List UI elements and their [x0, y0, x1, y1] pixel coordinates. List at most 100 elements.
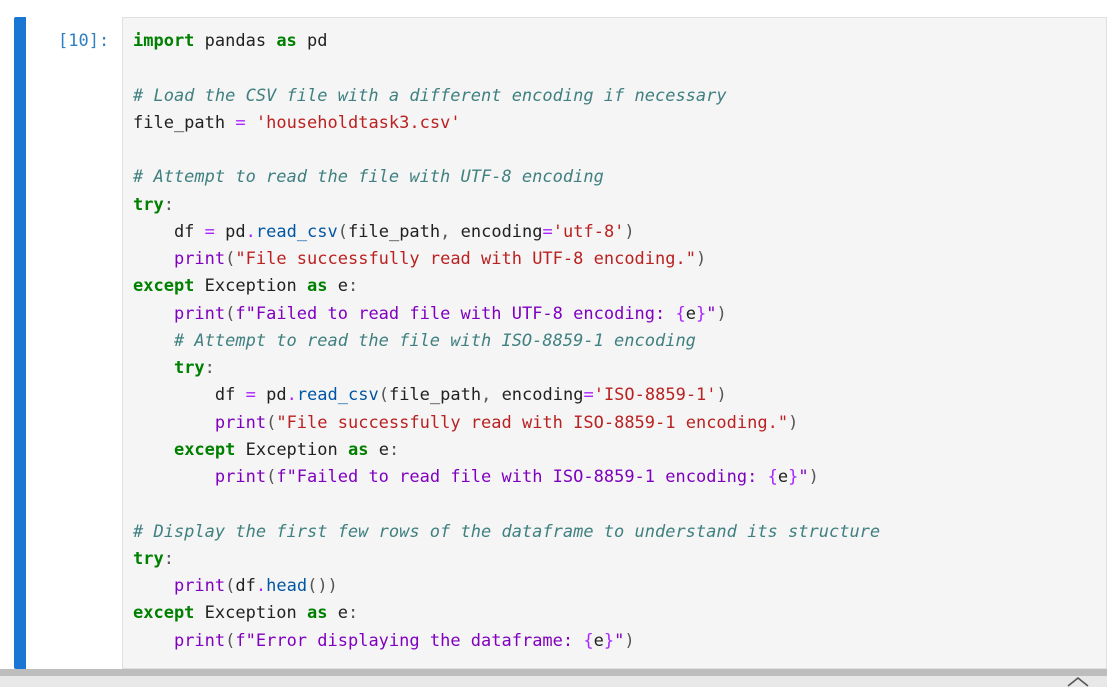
code-token: try — [173, 358, 205, 378]
active-cell-indicator[interactable] — [14, 17, 26, 669]
code-token: . — [245, 221, 256, 242]
code-token: file_path — [348, 221, 441, 242]
code-line: try: — [133, 192, 880, 219]
code-line: except Exception as e: — [133, 273, 880, 300]
code-token: : — [163, 194, 174, 215]
code-token: head — [266, 576, 308, 596]
code-token: " — [798, 467, 809, 487]
code-token: file_path — [388, 385, 482, 406]
code-token: ( — [225, 249, 236, 269]
code-token: encoding — [491, 385, 584, 406]
code-token: f"Failed to read file with ISO-8859-1 en… — [276, 467, 768, 487]
code-token: print — [173, 249, 226, 269]
code-token: ) — [624, 221, 635, 242]
code-token: : — [163, 548, 174, 569]
code-token: ( — [225, 576, 236, 596]
code-token: except — [173, 439, 236, 460]
code-token: : — [347, 603, 359, 624]
code-token: encoding — [450, 221, 543, 242]
code-token: df — [133, 221, 205, 242]
code-token: print — [173, 303, 226, 324]
code-line: except Exception as e: — [133, 600, 880, 627]
code-token: " — [614, 630, 625, 651]
code-token: print — [173, 630, 226, 651]
code-token: } — [696, 303, 707, 324]
code-token: ( — [266, 467, 277, 487]
code-token: # Attempt to read the file with UTF-8 en… — [133, 167, 604, 188]
code-token: f"Error displaying the dataframe: — [235, 630, 584, 651]
code-token: ()) — [307, 576, 338, 596]
code-token: df — [133, 385, 246, 406]
code-token: = — [245, 385, 256, 406]
code-line: try: — [133, 355, 880, 382]
code-token: : — [388, 439, 400, 460]
code-token: print — [214, 467, 267, 487]
code-content[interactable]: import pandas as pd # Load the CSV file … — [133, 28, 880, 655]
code-token: ( — [337, 221, 349, 242]
code-token: "File successfully read with UTF-8 encod… — [235, 249, 696, 269]
code-token: : — [347, 276, 359, 297]
code-token: { — [675, 303, 686, 324]
code-token: 'ISO-8859-1' — [593, 385, 717, 406]
code-token: } — [788, 467, 799, 487]
code-token: 'householdtask3.csv' — [255, 112, 461, 133]
code-token: import — [133, 31, 195, 51]
code-line: print("File successfully read with UTF-8… — [133, 246, 880, 273]
code-token: pandas — [194, 31, 277, 51]
code-token: e — [593, 630, 604, 651]
code-token: file_path — [133, 112, 236, 133]
code-token: print — [173, 576, 226, 596]
code-token: read_csv — [255, 221, 338, 242]
code-token: " — [706, 303, 717, 324]
code-token: try — [133, 548, 164, 569]
code-token: : — [204, 358, 215, 378]
code-token: try — [133, 194, 164, 215]
code-token: . — [286, 385, 297, 406]
code-token: . — [255, 576, 267, 596]
code-line: df = pd.read_csv(file_path, encoding='IS… — [133, 382, 880, 409]
code-token: ) — [624, 630, 635, 651]
code-token: ) — [695, 249, 707, 269]
code-token: read_csv — [296, 385, 379, 406]
code-token: "File successfully read with ISO-8859-1 … — [276, 412, 789, 433]
code-token: ( — [266, 412, 277, 433]
code-token: # Attempt to read the file with ISO-8859… — [133, 330, 696, 351]
code-line: df = pd.read_csv(file_path, encoding='ut… — [133, 219, 880, 246]
code-line: # Attempt to read the file with UTF-8 en… — [133, 164, 880, 191]
code-line: # Attempt to read the file with ISO-8859… — [133, 328, 880, 355]
bottom-scroll-bar[interactable] — [0, 669, 1107, 687]
code-token: , — [481, 385, 492, 406]
code-line: file_path = 'householdtask3.csv' — [133, 110, 880, 137]
code-line: # Load the CSV file with a different enc… — [133, 83, 880, 110]
code-token: = — [583, 385, 594, 406]
code-token: as — [347, 439, 369, 460]
code-token: e — [368, 439, 389, 460]
code-token: print — [214, 412, 267, 433]
code-token: ( — [225, 303, 236, 324]
code-token: ) — [808, 467, 819, 487]
code-token: Exception — [194, 603, 308, 624]
code-token: Exception — [235, 439, 348, 460]
code-editor[interactable]: import pandas as pd # Load the CSV file … — [122, 17, 1107, 669]
chevron-up-icon[interactable] — [1067, 676, 1089, 687]
code-token: ) — [716, 303, 727, 324]
code-token: e — [327, 603, 348, 624]
execution-count-prompt: [10]: — [58, 31, 110, 51]
code-token: pd — [255, 385, 287, 406]
code-token: except — [133, 603, 195, 624]
code-line: print(f"Failed to read file with ISO-885… — [133, 464, 880, 491]
code-token: { — [767, 467, 778, 487]
code-token: except — [133, 276, 195, 297]
code-line: except Exception as e: — [133, 437, 880, 464]
code-token: = — [542, 221, 553, 242]
code-token: Exception — [194, 276, 308, 297]
code-token: ( — [378, 385, 389, 406]
